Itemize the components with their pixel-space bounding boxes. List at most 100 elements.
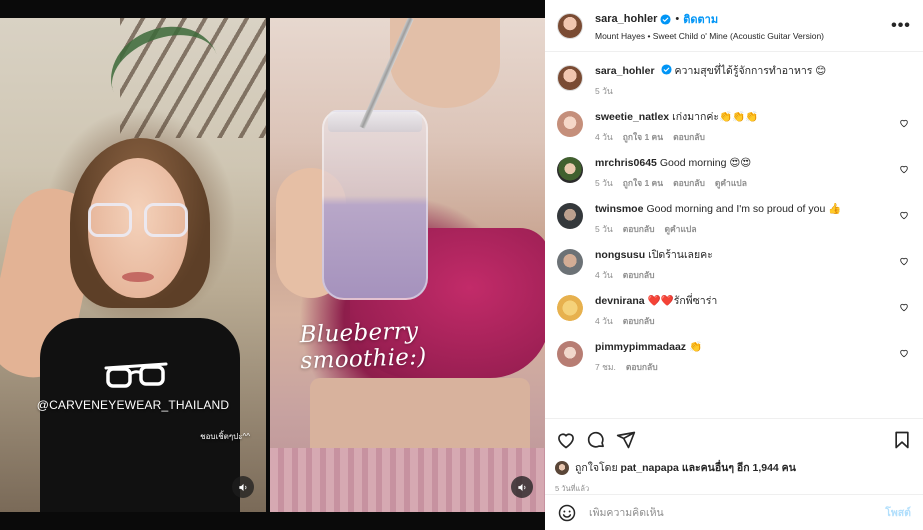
jar-lid xyxy=(328,110,422,132)
left-lens xyxy=(88,203,132,237)
heart-icon[interactable] xyxy=(899,302,909,312)
avatar[interactable] xyxy=(557,249,583,275)
story-right: Blueberry smoothie:) xyxy=(270,18,545,512)
audio-track-link[interactable]: Mount Hayes • Sweet Child o' Mine (Acous… xyxy=(595,31,891,41)
volume-button-right[interactable] xyxy=(511,476,533,498)
likes-prefix: ถูกใจโดย xyxy=(575,462,618,474)
comment-likes[interactable]: ถูกใจ 1 คน xyxy=(623,130,663,144)
volume-icon xyxy=(238,483,246,491)
post-header: sara_hohler • ติดตาม Mount Hayes • Sweet… xyxy=(545,0,923,52)
more-icon: ••• xyxy=(891,16,911,34)
comment-text: ❤️❤️รักพี่ซาร่า xyxy=(647,295,718,307)
comment-username[interactable]: mrchris0645 xyxy=(595,157,657,169)
comment-meta: 7 ชม. ตอบกลับ xyxy=(595,360,911,374)
emoji-icon xyxy=(558,504,576,521)
bookmark-icon xyxy=(895,431,909,449)
eyeglasses xyxy=(88,203,188,239)
see-translation-button[interactable]: ดูคำแปล xyxy=(664,222,696,236)
comments-list[interactable]: sara_hohler ความสุขที่ได้รู้จักการทำอาหาร… xyxy=(545,52,923,418)
comment-text: เปิดร้านเลยคะ xyxy=(648,249,713,261)
comment-username[interactable]: devnirana xyxy=(595,295,645,307)
heart-icon[interactable] xyxy=(899,210,909,220)
post-comment-button[interactable]: โพสต์ xyxy=(885,504,911,521)
comment-text-line: mrchris0645 Good morning 😍😍 xyxy=(595,156,911,170)
post-media[interactable]: @CARVENEYEWEAR_THAILAND ชอบเชิ้ตๆปะ^^ Bl… xyxy=(0,0,545,530)
comment-item: twinsmoe Good morning and I'm so proud of… xyxy=(557,202,911,236)
reply-button[interactable]: ตอบกลับ xyxy=(623,222,655,236)
comment-username[interactable]: twinsmoe xyxy=(595,203,643,215)
comment-username[interactable]: sweetie_natlex xyxy=(595,111,669,123)
caption-username[interactable]: sara_hohler xyxy=(595,65,655,77)
reply-button[interactable]: ตอบกลับ xyxy=(626,360,658,374)
comment-time[interactable]: 7 ชม. xyxy=(595,360,616,374)
heart-icon[interactable] xyxy=(899,164,909,174)
comment-body: pimmypimmadaaz 👏 7 ชม. ตอบกลับ xyxy=(595,340,911,374)
liker-avatar[interactable] xyxy=(555,460,569,475)
comment-meta: 4 วัน ตอบกลับ xyxy=(595,268,911,282)
story-mention-tag[interactable]: @CARVENEYEWEAR_THAILAND xyxy=(0,398,266,412)
avatar[interactable] xyxy=(557,65,583,91)
comment-item: pimmypimmadaaz 👏 7 ชม. ตอบกลับ xyxy=(557,340,911,374)
save-button[interactable] xyxy=(891,429,913,451)
comment-likes[interactable]: ถูกใจ 1 คน xyxy=(623,176,663,190)
comment-item: sweetie_natlex เก่งมากค่ะ👏👏👏 4 วัน ถูกใจ … xyxy=(557,110,911,144)
comment-time[interactable]: 5 วัน xyxy=(595,176,613,190)
reply-button[interactable]: ตอบกลับ xyxy=(673,176,705,190)
caption-text: ความสุขที่ได้รู้จักการทำอาหาร 😊 xyxy=(674,65,827,77)
black-shirt xyxy=(40,318,240,512)
add-comment-bar: โพสต์ xyxy=(545,494,923,530)
heart-icon[interactable] xyxy=(899,256,909,266)
comment-button[interactable] xyxy=(585,429,607,451)
avatar[interactable] xyxy=(557,111,583,137)
smoothie-text-overlay: Blueberry smoothie:) xyxy=(299,318,427,375)
comment-text-line: twinsmoe Good morning and I'm so proud of… xyxy=(595,202,911,216)
caption-time[interactable]: 5 วัน xyxy=(595,84,613,98)
see-translation-button[interactable]: ดูคำแปล xyxy=(715,176,747,190)
caption-meta: 5 วัน xyxy=(595,84,911,98)
comment-time[interactable]: 4 วัน xyxy=(595,130,613,144)
comment-body: sweetie_natlex เก่งมากค่ะ👏👏👏 4 วัน ถูกใจ … xyxy=(595,110,911,144)
comment-text: เก่งมากค่ะ👏👏👏 xyxy=(672,111,759,123)
reply-button[interactable]: ตอบกลับ xyxy=(623,314,655,328)
comment-meta: 5 วัน ถูกใจ 1 คน ตอบกลับ ดูคำแปล xyxy=(595,176,911,190)
comment-time[interactable]: 5 วัน xyxy=(595,222,613,236)
avatar[interactable] xyxy=(557,12,583,39)
likes-others[interactable]: และคนอื่นๆ อีก 1,944 คน xyxy=(682,459,796,476)
comment-meta: 4 วัน ตอบกลับ xyxy=(595,314,911,328)
comment-time[interactable]: 4 วัน xyxy=(595,268,613,282)
right-lens xyxy=(144,203,188,237)
avatar[interactable] xyxy=(557,157,583,183)
comment-meta: 4 วัน ถูกใจ 1 คน ตอบกลับ xyxy=(595,130,911,144)
liker-username[interactable]: pat_napapa xyxy=(621,462,679,474)
comment-username[interactable]: pimmypimmadaaz xyxy=(595,341,686,353)
heart-icon[interactable] xyxy=(899,348,909,358)
comment-meta: 5 วัน ตอบกลับ ดูคำแปล xyxy=(595,222,911,236)
reply-button[interactable]: ตอบกลับ xyxy=(623,268,655,282)
comment-username[interactable]: nongsusu xyxy=(595,249,645,261)
comment-body: devnirana ❤️❤️รักพี่ซาร่า 4 วัน ตอบกลับ xyxy=(595,294,911,328)
avatar[interactable] xyxy=(557,203,583,229)
like-button[interactable] xyxy=(555,429,577,451)
comment-text-line: nongsusu เปิดร้านเลยคะ xyxy=(595,248,911,262)
follow-button[interactable]: ติดตาม xyxy=(683,10,718,28)
comment-text: Good morning and I'm so proud of you 👍 xyxy=(646,203,842,215)
caption-text-line: sara_hohler ความสุขที่ได้รู้จักการทำอาหาร… xyxy=(595,64,911,78)
comment-body: nongsusu เปิดร้านเลยคะ 4 วัน ตอบกลับ xyxy=(595,248,911,282)
more-options-button[interactable]: ••• xyxy=(891,17,911,35)
comment-body: mrchris0645 Good morning 😍😍 5 วัน ถูกใจ 1… xyxy=(595,156,911,190)
heart-icon[interactable] xyxy=(899,118,909,128)
comment-time[interactable]: 4 วัน xyxy=(595,314,613,328)
emoji-button[interactable] xyxy=(557,503,577,523)
comment-text: Good morning 😍😍 xyxy=(659,157,752,169)
lips xyxy=(122,272,154,282)
comment-item: devnirana ❤️❤️รักพี่ซาร่า 4 วัน ตอบกลับ xyxy=(557,294,911,328)
reply-button[interactable]: ตอบกลับ xyxy=(673,130,705,144)
avatar[interactable] xyxy=(557,341,583,367)
volume-button[interactable] xyxy=(232,476,254,498)
avatar[interactable] xyxy=(557,295,583,321)
comment-input[interactable] xyxy=(589,506,886,519)
action-bar xyxy=(555,425,913,455)
heart-icon xyxy=(558,433,574,449)
header-username[interactable]: sara_hohler xyxy=(595,13,657,25)
share-button[interactable] xyxy=(615,429,637,451)
